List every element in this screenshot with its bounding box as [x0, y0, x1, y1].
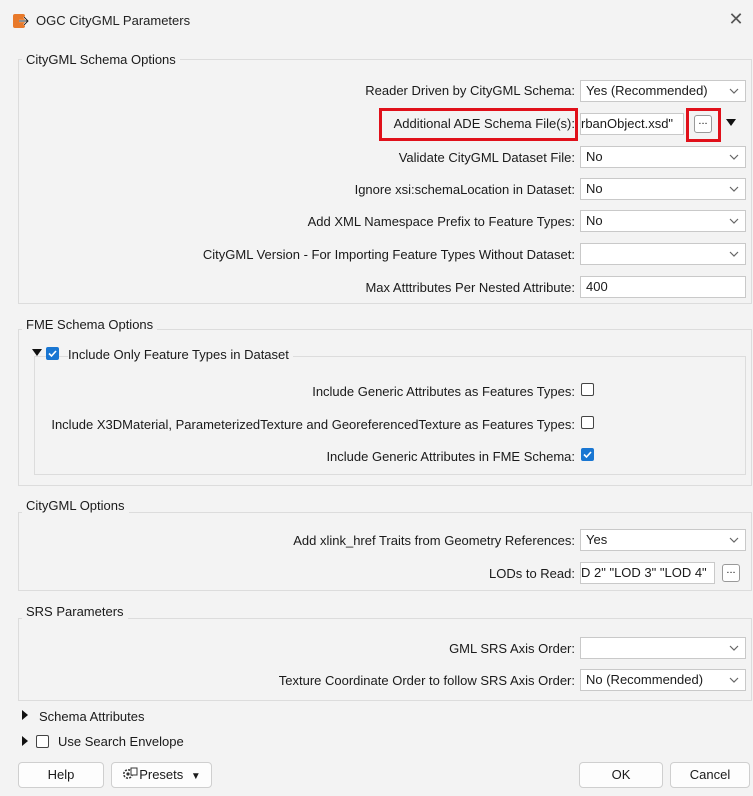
chevron-down-icon [729, 147, 739, 160]
ade-schema-label: Additional ADE Schema File(s): [393, 116, 575, 131]
lods-label: LODs to Read: [489, 566, 575, 581]
xlink-label: Add xlink_href Traits from Geometry Refe… [293, 533, 575, 548]
search-envelope-label: Use Search Envelope [58, 734, 184, 749]
expand-search-envelope-icon[interactable] [22, 736, 28, 746]
validate-label: Validate CityGML Dataset File: [398, 150, 575, 165]
add-ns-prefix-label: Add XML Namespace Prefix to Feature Type… [307, 214, 575, 229]
presets-dropdown-icon: ▼ [190, 771, 201, 782]
group-title-srs: SRS Parameters [22, 604, 128, 619]
group-title-schema-options: CityGML Schema Options [22, 52, 180, 67]
ade-menu-arrow-icon[interactable] [726, 119, 736, 126]
presets-gear-icon [123, 767, 138, 779]
texture-order-label: Texture Coordinate Order to follow SRS A… [278, 673, 575, 688]
generic-in-schema-checkbox[interactable] [581, 448, 594, 461]
chevron-down-icon [729, 81, 739, 94]
add-ns-prefix-select[interactable]: No [580, 210, 746, 232]
ok-button[interactable]: OK [579, 762, 663, 788]
max-attributes-input[interactable]: 400 [580, 276, 746, 298]
max-attributes-label: Max Atttributes Per Nested Attribute: [365, 280, 575, 295]
include-only-checkbox[interactable] [46, 347, 59, 360]
ignore-xsi-select[interactable]: No [580, 178, 746, 200]
ade-schema-input[interactable]: rbanObject.xsd" [580, 113, 684, 135]
cancel-button[interactable]: Cancel [670, 762, 750, 788]
title-bar: OGC CityGML Parameters ✕ [0, 0, 753, 40]
expand-include-only-icon[interactable] [32, 349, 42, 356]
presets-button[interactable]: Presets ▼ [111, 762, 212, 788]
generic-as-features-checkbox[interactable] [581, 383, 594, 396]
x3d-as-features-checkbox[interactable] [581, 416, 594, 429]
generic-as-features-label: Include Generic Attributes as Features T… [312, 384, 575, 399]
window-title: OGC CityGML Parameters [36, 13, 191, 28]
help-button[interactable]: Help [18, 762, 104, 788]
citygml-version-label: CityGML Version - For Importing Feature … [202, 247, 575, 262]
reader-driven-label: Reader Driven by CityGML Schema: [365, 83, 575, 98]
chevron-down-icon [729, 244, 739, 257]
chevron-down-icon [729, 211, 739, 224]
reader-driven-select[interactable]: Yes (Recommended) [580, 80, 746, 102]
schema-attributes-label[interactable]: Schema Attributes [39, 709, 145, 724]
chevron-down-icon [729, 179, 739, 192]
validate-select[interactable]: No [580, 146, 746, 168]
close-icon[interactable]: ✕ [725, 8, 747, 30]
axis-order-label: GML SRS Axis Order: [449, 641, 575, 656]
xlink-select[interactable]: Yes [580, 529, 746, 551]
search-envelope-checkbox[interactable] [36, 735, 49, 748]
chevron-down-icon [729, 670, 739, 683]
generic-in-schema-label: Include Generic Attributes in FME Schema… [326, 449, 575, 464]
axis-order-select[interactable] [580, 637, 746, 659]
chevron-down-icon [729, 638, 739, 651]
expand-schema-attributes-icon[interactable] [22, 710, 28, 720]
group-title-citygml-options: CityGML Options [22, 498, 129, 513]
lods-input[interactable]: D 2" "LOD 3" "LOD 4" [580, 562, 715, 584]
ade-browse-button[interactable]: ... [694, 115, 712, 133]
chevron-down-icon [729, 530, 739, 543]
group-title-fme-schema: FME Schema Options [22, 317, 158, 332]
include-only-label: Include Only Feature Types in Dataset [68, 347, 293, 362]
x3d-as-features-label: Include X3DMaterial, ParameterizedTextur… [51, 417, 575, 432]
ignore-xsi-label: Ignore xsi:schemaLocation in Dataset: [354, 182, 575, 197]
lods-browse-button[interactable]: ... [722, 564, 740, 582]
citygml-version-select[interactable] [580, 243, 746, 265]
fme-app-icon [13, 14, 30, 28]
texture-order-select[interactable]: No (Recommended) [580, 669, 746, 691]
